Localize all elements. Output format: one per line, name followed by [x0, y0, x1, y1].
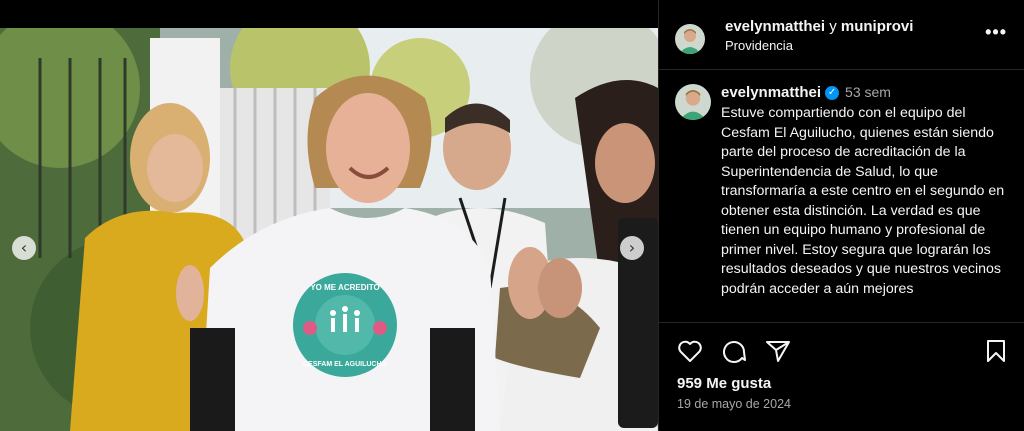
post-time[interactable]: 53 sem	[845, 84, 891, 100]
heart-icon[interactable]	[677, 339, 703, 368]
verified-badge-icon: ✓	[825, 86, 840, 101]
caption-text: Estuve compartiendo con el equipo del Ce…	[721, 105, 1005, 297]
shirt-print-bottom: CESFAM EL AGUILUCHO	[303, 361, 388, 368]
chevron-right-icon: ›	[628, 238, 636, 257]
chevron-left-icon: ‹	[20, 238, 28, 257]
previous-photo-button[interactable]: ‹	[12, 236, 36, 260]
location-link[interactable]: Providencia	[725, 38, 793, 53]
caption-header: evelynmatthei ✓ 53 sem	[721, 84, 891, 101]
post-media-pane: YO ME ACREDITO CESFAM EL AGUILUCHO ‹ ›	[0, 0, 658, 431]
authors-separator: y	[829, 18, 837, 35]
avatar[interactable]	[675, 24, 705, 54]
coauthor-link[interactable]: muniprovi	[841, 18, 914, 35]
bookmark-icon[interactable]	[985, 339, 1007, 368]
post-header: evelynmatthei y muniprovi Providencia ••…	[659, 0, 1024, 70]
comment-icon[interactable]	[721, 339, 747, 368]
post-sidebar: evelynmatthei y muniprovi Providencia ••…	[658, 0, 1024, 431]
post-actions: 959 Me gusta 19 de mayo de 2024	[659, 322, 1024, 431]
post-date: 19 de mayo de 2024	[677, 397, 791, 411]
caption-username[interactable]: evelynmatthei	[721, 84, 821, 101]
shirt-print-top: YO ME ACREDITO	[310, 283, 379, 292]
author-link[interactable]: evelynmatthei	[725, 18, 825, 35]
share-icon[interactable]	[765, 339, 791, 368]
next-photo-button[interactable]: ›	[620, 236, 644, 260]
caption-avatar[interactable]	[675, 84, 711, 120]
more-options-icon[interactable]: •••	[985, 22, 1007, 43]
likes-count[interactable]: 959 Me gusta	[677, 375, 771, 392]
post-authors: evelynmatthei y muniprovi	[725, 18, 913, 35]
post-photo: YO ME ACREDITO CESFAM EL AGUILUCHO	[0, 28, 658, 431]
